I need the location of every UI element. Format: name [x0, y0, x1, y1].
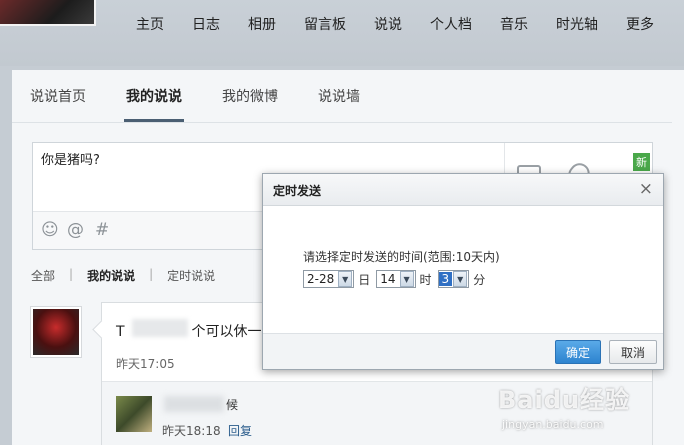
hour-unit: 时: [419, 272, 432, 287]
cancel-button[interactable]: 取消: [609, 340, 657, 364]
dialog-header: 定时发送 ×: [263, 174, 663, 206]
nav-item-guestbook[interactable]: 留言板: [290, 14, 360, 34]
nav-item-timeline[interactable]: 时光轴: [542, 14, 612, 34]
watermark-url: jingyan.baidu.com: [502, 418, 604, 431]
filter-separator: |: [149, 267, 154, 281]
chevron-down-icon: ▼: [338, 271, 353, 287]
feed-avatar[interactable]: [31, 307, 81, 357]
confirm-button[interactable]: 确定: [555, 340, 601, 364]
date-unit: 日: [358, 272, 371, 287]
redacted-blur: [132, 319, 188, 337]
user-avatar[interactable]: [0, 0, 96, 26]
redacted-blur: [164, 396, 224, 412]
composer-input[interactable]: 你是猪吗?: [41, 149, 100, 168]
minute-select[interactable]: 3 ▼: [437, 270, 470, 288]
tab-divider: [12, 122, 672, 123]
post-text-start: T: [116, 324, 125, 340]
hashtag-icon[interactable]: #: [95, 220, 109, 240]
tab-shuoshuo-wall[interactable]: 说说墙: [318, 86, 360, 120]
date-select[interactable]: 2-28 ▼: [303, 270, 355, 288]
nav-item-blog[interactable]: 日志: [178, 14, 234, 34]
tab-my-shuoshuo[interactable]: 我的说说: [124, 86, 184, 122]
filter-all[interactable]: 全部: [31, 267, 55, 284]
nav-item-home[interactable]: 主页: [122, 14, 178, 34]
hour-select[interactable]: 14 ▼: [376, 270, 416, 288]
smiley-icon[interactable]: ☺: [41, 220, 59, 240]
tab-my-weibo[interactable]: 我的微博: [222, 86, 278, 120]
date-value: 2-28: [307, 272, 335, 286]
hour-value: 14: [380, 272, 396, 286]
top-navigation-bar: 主页 日志 相册 留言板 说说 个人档 音乐 时光轴 更多: [0, 0, 684, 66]
reply-time: 昨天18:18: [162, 424, 221, 438]
at-icon[interactable]: @: [67, 220, 84, 240]
nav-item-album[interactable]: 相册: [234, 14, 290, 34]
reply-link[interactable]: 回复: [228, 422, 252, 439]
chevron-down-icon: ▼: [453, 271, 468, 287]
close-icon[interactable]: ×: [639, 179, 653, 199]
reply-avatar[interactable]: [116, 396, 152, 432]
nav-item-music[interactable]: 音乐: [486, 14, 542, 34]
watermark-logo: Baidu经验: [498, 386, 630, 414]
post-time: 昨天17:05: [116, 357, 175, 371]
dialog-tip: 请选择定时发送的时间(范围:10天内): [303, 250, 500, 264]
main-nav: 主页 日志 相册 留言板 说说 个人档 音乐 时光轴 更多: [122, 14, 668, 34]
dialog-title: 定时发送: [273, 184, 322, 198]
baidu-jingyan-watermark: Baidu经验 jingyan.baidu.com: [494, 374, 674, 440]
nav-item-profile[interactable]: 个人档: [416, 14, 486, 34]
new-badge: 新: [633, 153, 650, 171]
filter-mine[interactable]: 我的说说: [87, 267, 135, 284]
nav-item-shuoshuo[interactable]: 说说: [360, 14, 416, 34]
tab-shuoshuo-home[interactable]: 说说首页: [30, 86, 86, 120]
filter-separator: |: [69, 267, 74, 281]
minute-value: 3: [438, 272, 453, 286]
filter-bar: 全部 | 我的说说 | 定时说说: [31, 267, 229, 284]
reply-text: 候: [226, 398, 239, 412]
filter-scheduled[interactable]: 定时说说: [167, 267, 215, 284]
dialog-footer: 确定 取消: [263, 333, 663, 369]
schedule-dialog: 定时发送 × 请选择定时发送的时间(范围:10天内) 2-28 ▼ 日 14 ▼…: [262, 173, 664, 370]
time-picker-row: 2-28 ▼ 日 14 ▼ 时 3 ▼ 分: [303, 270, 491, 288]
chevron-down-icon: ▼: [399, 271, 414, 287]
tab-bar: 说说首页 我的说说 我的微博 说说墙: [30, 86, 400, 122]
nav-item-more[interactable]: 更多: [612, 14, 668, 34]
minute-unit: 分: [473, 272, 486, 287]
